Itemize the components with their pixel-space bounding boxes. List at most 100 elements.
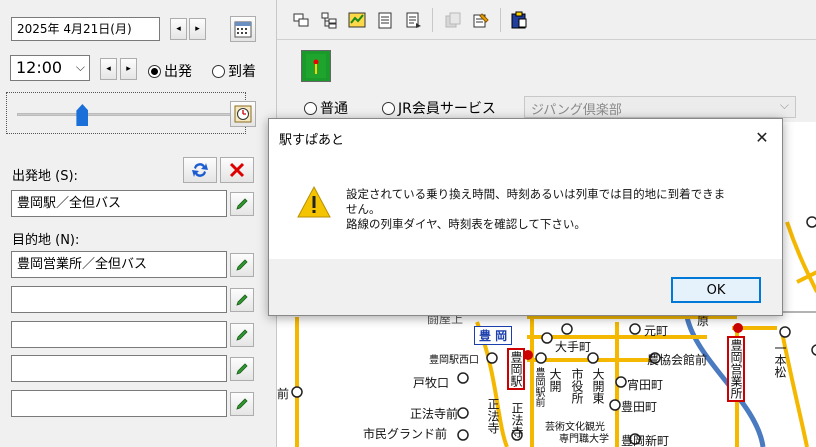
map-label-shiyakusho: 市役所 — [570, 368, 584, 404]
radio-depart[interactable]: 出発 — [148, 61, 192, 81]
map-label-senmon: 専門職大学 — [559, 434, 609, 445]
discount-select[interactable]: ジパング倶楽部 ⌵ — [524, 96, 796, 118]
map-label-toyooka-eki: 豊岡駅 — [507, 348, 525, 390]
map-label-toyooka-shinmachi: 豊岡新町 — [621, 434, 670, 447]
radio-normal[interactable]: 普通 — [304, 98, 348, 118]
map-label-uoeda: 宵田町 — [627, 378, 664, 392]
tree-icon — [321, 12, 337, 29]
map-label-eigyosho: 豊岡営業所 — [727, 336, 745, 402]
map-label-genpuku: 元町 — [644, 324, 669, 338]
map-label-otemachi: 大手町 — [555, 340, 592, 354]
map-label-tomaku: 戸牧口 — [413, 376, 450, 390]
dialog-message-line-1: 設定されている乗り換え時間、時刻あるいは列車では目的地に到着できま — [346, 187, 726, 201]
clear-button[interactable] — [220, 157, 254, 183]
dialog-message-line-2: せん。 — [346, 202, 381, 216]
close-icon — [229, 162, 245, 178]
route-map-icon — [306, 54, 326, 78]
radio-depart-label: 出発 — [164, 64, 192, 80]
destination-label: 目的地 (N): — [12, 233, 80, 248]
radio-normal-dot — [304, 101, 317, 115]
route-map-button[interactable] — [301, 50, 331, 82]
slider-track — [17, 113, 235, 116]
chevron-down-icon: ⌵ — [75, 60, 85, 74]
radio-depart-dot — [148, 64, 161, 78]
toolbar — [277, 0, 816, 40]
slider-thumb[interactable] — [76, 104, 89, 126]
map-label-daikaihigashi: 大開東 — [591, 368, 605, 404]
clock-icon — [234, 105, 252, 123]
calendar-icon — [234, 21, 252, 38]
date-next-button[interactable]: ▸ — [189, 18, 206, 40]
map-label-toyookaeki-nishiguchi: 豊岡駅西口 — [429, 355, 479, 366]
radio-arrive-dot — [212, 64, 225, 78]
origin-edit-button[interactable] — [230, 192, 254, 216]
date-field[interactable]: 2025年 4月21日(月) — [11, 17, 160, 41]
radio-arrive[interactable]: 到着 — [212, 61, 256, 81]
radio-jr-member-dot — [382, 101, 395, 115]
dialog-title: 駅すぱあと — [279, 133, 345, 148]
time-value: 12:00 — [16, 58, 63, 77]
radio-arrive-label: 到着 — [228, 64, 256, 80]
map-label-toyooka-area: 豊 岡 — [474, 326, 513, 345]
via-edit-button-3[interactable] — [230, 357, 254, 381]
toolbar-separator — [432, 8, 433, 32]
pencil-icon — [236, 363, 248, 375]
via-input-1[interactable] — [11, 286, 227, 313]
origin-label: 出発地 (S): — [12, 169, 78, 184]
chevron-down-icon: ⌵ — [779, 98, 789, 112]
map-label-nokyo: 農協会館前 — [647, 353, 708, 367]
toolbar-button-copy-disabled[interactable] — [443, 10, 463, 30]
radio-jr-member[interactable]: JR会員サービス — [382, 98, 496, 118]
edit-icon — [473, 13, 489, 28]
time-next-button[interactable]: ▸ — [120, 58, 137, 80]
map-label-shoho-v1: 正法寺 — [486, 398, 500, 434]
destination-input[interactable]: 豊岡営業所／全但バス — [11, 251, 227, 278]
via-edit-button-1[interactable] — [230, 288, 254, 312]
dialog-close-button[interactable]: ✕ — [752, 127, 772, 147]
dialog-message: 設定されている乗り換え時間、時刻あるいは列車では目的地に到着できま せん。 路線… — [346, 187, 766, 232]
map-label-citizen: 市民グランド前 — [363, 427, 448, 441]
time-prev-button[interactable]: ◂ — [100, 58, 117, 80]
via-input-2[interactable] — [11, 321, 227, 348]
pencil-icon — [236, 198, 248, 210]
window-icon — [293, 13, 309, 27]
discount-select-value: ジパング倶楽部 — [531, 103, 622, 118]
via-input-3[interactable] — [11, 355, 227, 382]
toolbar-button-clipboard[interactable] — [509, 10, 529, 30]
map-label-shoho-v2: 正法寺 — [510, 402, 524, 438]
via-input-4[interactable] — [11, 390, 227, 417]
clipboard-icon — [511, 11, 527, 29]
clock-button[interactable] — [230, 101, 256, 127]
document-icon — [406, 12, 421, 28]
map-label-ippon: 一本松 — [773, 342, 787, 378]
toolbar-button-edit[interactable] — [471, 10, 491, 30]
map-label-ookai: 大開 — [548, 368, 562, 392]
destination-edit-button[interactable] — [230, 253, 254, 277]
time-slider[interactable] — [6, 92, 246, 134]
map-icon — [348, 12, 366, 28]
ok-button[interactable]: OK — [671, 277, 761, 303]
pencil-icon — [236, 294, 248, 306]
warning-icon — [297, 185, 331, 218]
via-edit-button-2[interactable] — [230, 323, 254, 347]
toolbar-button-window[interactable] — [291, 10, 311, 30]
search-panel: 2025年 4月21日(月) ◂ ▸ 12:00 ⌵ ◂ ▸ 出発 到着 出発地… — [0, 0, 274, 447]
swap-icon — [192, 163, 208, 177]
time-select[interactable]: 12:00 ⌵ — [10, 55, 90, 81]
close-icon: ✕ — [755, 127, 769, 147]
toolbar-button-tree[interactable] — [319, 10, 339, 30]
pencil-icon — [236, 398, 248, 410]
date-prev-button[interactable]: ◂ — [170, 18, 187, 40]
dialog-message-line-3: 路線の列車ダイヤ、時刻表を確認して下さい。 — [346, 217, 586, 231]
pencil-icon — [236, 329, 248, 341]
toolbar-button-map[interactable] — [347, 10, 367, 30]
calendar-button[interactable] — [230, 16, 256, 42]
map-label-shoho: 正法寺前 — [410, 407, 459, 421]
toolbar-button-print[interactable] — [403, 10, 423, 30]
origin-input[interactable]: 豊岡駅／全但バス — [11, 190, 227, 217]
toolbar-separator — [500, 8, 501, 32]
list-icon — [378, 12, 392, 29]
swap-button[interactable] — [183, 157, 217, 183]
via-edit-button-4[interactable] — [230, 392, 254, 416]
toolbar-button-list[interactable] — [375, 10, 395, 30]
